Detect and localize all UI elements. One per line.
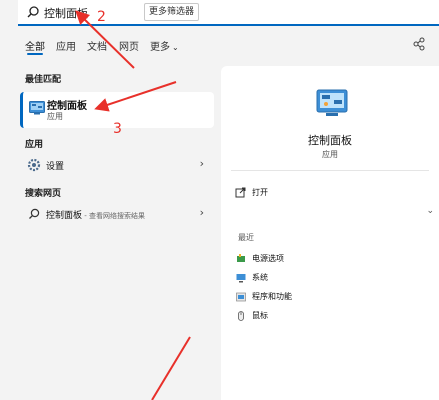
web-search-suffix: - 查看网络搜索结果: [82, 212, 145, 220]
tab-apps[interactable]: 应用: [56, 38, 76, 53]
recent-header: 最近: [238, 233, 254, 242]
tab-all[interactable]: 全部: [25, 38, 45, 55]
search-input[interactable]: 控制面板: [44, 5, 88, 21]
tab-more[interactable]: 更多 ⌄: [150, 38, 179, 53]
web-search-item[interactable]: 控制面板 - 查看网络搜索结果 ›: [20, 204, 214, 224]
search-box[interactable]: 控制面板 更多筛选器: [18, 0, 439, 26]
chevron-down-icon: ⌄: [172, 43, 179, 52]
recent-item-label: 系统: [252, 273, 268, 282]
control-panel-icon: [316, 89, 348, 116]
recent-item-mouse[interactable]: 鼠标: [236, 310, 268, 322]
mouse-icon: [238, 310, 244, 321]
results-list: 最佳匹配 控制面板 应用 应用 设置 › 搜索网页 控制面板 - 查看网络搜索结…: [18, 66, 217, 400]
recent-item-label: 电源选项: [252, 254, 284, 263]
share-icon[interactable]: [412, 37, 426, 51]
chevron-down-icon[interactable]: ⌄: [426, 206, 434, 216]
chevron-right-icon: ›: [199, 206, 204, 219]
best-match-header: 最佳匹配: [25, 75, 62, 85]
best-match-subtitle: 应用: [47, 112, 63, 121]
recent-item-power[interactable]: 电源选项: [236, 253, 284, 265]
recent-item-programs[interactable]: 程序和功能: [236, 291, 292, 303]
open-label: 打开: [252, 188, 268, 197]
recent-item-label: 鼠标: [252, 311, 268, 320]
best-match-title: 控制面板: [47, 101, 87, 112]
web-search-label: 控制面板: [46, 211, 83, 221]
preview-title: 控制面板: [308, 134, 352, 147]
annotation-step-3: 3: [113, 121, 122, 137]
programs-icon: [236, 292, 246, 301]
gear-icon: [27, 158, 41, 172]
system-icon: [236, 273, 246, 282]
chevron-right-icon: ›: [199, 157, 204, 170]
app-item-label: 设置: [46, 162, 65, 172]
search-icon: [29, 208, 40, 219]
open-action[interactable]: 打开: [235, 187, 268, 198]
tab-web[interactable]: 网页: [119, 38, 139, 53]
power-options-icon: [237, 253, 245, 262]
more-filters-button[interactable]: 更多筛选器: [144, 3, 200, 21]
recent-item-label: 程序和功能: [252, 292, 292, 301]
preview-subtitle: 应用: [322, 150, 338, 159]
recent-item-system[interactable]: 系统: [236, 272, 268, 284]
apps-header: 应用: [25, 140, 44, 150]
preview-panel: 控制面板 应用 打开 ⌄ 最近 电源选项 系统 程序和功能 鼠标: [221, 66, 439, 400]
web-search-header: 搜索网页: [25, 189, 62, 199]
search-icon: [27, 6, 39, 18]
annotation-step-2: 2: [97, 9, 106, 25]
tab-documents[interactable]: 文档: [87, 38, 107, 53]
open-external-icon: [235, 187, 246, 198]
control-panel-icon: [29, 101, 45, 115]
app-item-settings[interactable]: 设置 ›: [20, 155, 214, 175]
tab-more-label: 更多: [150, 42, 170, 53]
divider: [231, 170, 429, 171]
